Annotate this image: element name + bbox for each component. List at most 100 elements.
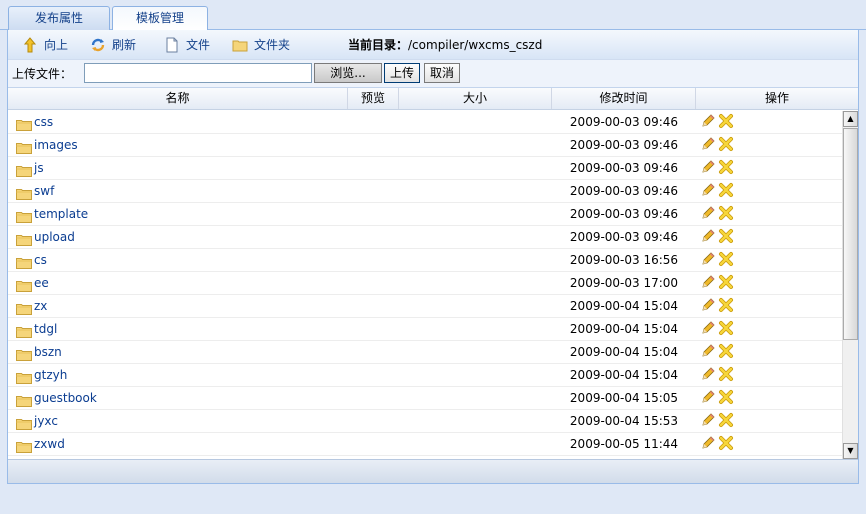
column-header-preview[interactable]: 预览 (348, 88, 399, 109)
modified-time: 2009-00-04 15:05 (569, 391, 679, 405)
vertical-scrollbar[interactable]: ▲ ▼ (842, 111, 858, 459)
delete-x-icon[interactable] (718, 412, 734, 428)
delete-x-icon[interactable] (718, 320, 734, 336)
table-row[interactable]: jyxc 2009-00-04 15:53 (8, 410, 842, 433)
scroll-down-arrow-icon[interactable]: ▼ (843, 443, 858, 459)
folder-name-cell[interactable]: images (16, 134, 78, 156)
delete-x-icon[interactable] (718, 228, 734, 244)
table-row[interactable]: swf 2009-00-03 09:46 (8, 180, 842, 203)
pencil-icon[interactable] (700, 343, 716, 359)
delete-x-icon[interactable] (718, 182, 734, 198)
table-row[interactable]: tdgl 2009-00-04 15:04 (8, 318, 842, 341)
folder-name[interactable]: swf (34, 184, 54, 198)
folder-name[interactable]: jyxc (34, 414, 58, 428)
actions-cell (700, 410, 736, 432)
folder-name-cell[interactable]: zx (16, 295, 47, 317)
column-header-size[interactable]: 大小 (399, 88, 552, 109)
table-row[interactable]: bszn 2009-00-04 15:04 (8, 341, 842, 364)
delete-x-icon[interactable] (718, 159, 734, 175)
folder-name[interactable]: images (34, 138, 78, 152)
column-header-name[interactable]: 名称 (8, 88, 348, 109)
folder-name-cell[interactable]: js (16, 157, 44, 179)
actions-cell (700, 226, 736, 248)
table-row[interactable]: ee 2009-00-03 17:00 (8, 272, 842, 295)
table-row[interactable]: css 2009-00-03 09:46 (8, 111, 842, 134)
table-row[interactable]: template 2009-00-03 09:46 (8, 203, 842, 226)
up-button[interactable]: 向上 (22, 37, 68, 53)
modified-time: 2009-00-03 17:00 (569, 276, 679, 290)
folder-name-cell[interactable]: ee (16, 272, 49, 294)
pencil-icon[interactable] (700, 274, 716, 290)
folder-name-cell[interactable]: tdgl (16, 318, 57, 340)
delete-x-icon[interactable] (718, 136, 734, 152)
delete-x-icon[interactable] (718, 251, 734, 267)
pencil-icon[interactable] (700, 159, 716, 175)
current-dir-label: 当前目录： (348, 38, 409, 52)
upload-button[interactable]: 上传 (384, 63, 420, 83)
cancel-button[interactable]: 取消 (424, 63, 460, 83)
delete-x-icon[interactable] (718, 297, 734, 313)
pencil-icon[interactable] (700, 182, 716, 198)
column-header-modified[interactable]: 修改时间 (552, 88, 696, 109)
pencil-icon[interactable] (700, 435, 716, 451)
folder-name-cell[interactable]: guestbook (16, 387, 97, 409)
folder-name[interactable]: guestbook (34, 391, 97, 405)
delete-x-icon[interactable] (718, 435, 734, 451)
tab-template-management[interactable]: 模板管理 (112, 6, 208, 31)
table-row[interactable]: upload 2009-00-03 09:46 (8, 226, 842, 249)
pencil-icon[interactable] (700, 136, 716, 152)
scroll-thumb[interactable] (843, 128, 858, 340)
delete-x-icon[interactable] (718, 366, 734, 382)
folder-name[interactable]: gtzyh (34, 368, 67, 382)
folder-name-cell[interactable]: css (16, 111, 53, 133)
refresh-button[interactable]: 刷新 (90, 37, 136, 53)
folder-name[interactable]: template (34, 207, 88, 221)
pencil-icon[interactable] (700, 389, 716, 405)
pencil-icon[interactable] (700, 113, 716, 129)
folder-name-cell[interactable]: bszn (16, 341, 62, 363)
tab-publish-properties[interactable]: 发布属性 (8, 6, 110, 30)
folder-name-cell[interactable]: upload (16, 226, 75, 248)
folder-name[interactable]: zx (34, 299, 47, 313)
table-row[interactable]: cs 2009-00-03 16:56 (8, 249, 842, 272)
folder-name[interactable]: css (34, 115, 53, 129)
browse-button[interactable]: 浏览... (314, 63, 382, 83)
delete-x-icon[interactable] (718, 343, 734, 359)
pencil-icon[interactable] (700, 297, 716, 313)
table-row[interactable]: zxwd 2009-00-05 11:44 (8, 433, 842, 456)
folder-name[interactable]: upload (34, 230, 75, 244)
pencil-icon[interactable] (700, 205, 716, 221)
folder-name-cell[interactable]: gtzyh (16, 364, 67, 386)
new-file-button[interactable]: 文件 (164, 37, 210, 53)
delete-x-icon[interactable] (718, 113, 734, 129)
modified-time: 2009-00-05 11:44 (569, 437, 679, 451)
folder-name[interactable]: cs (34, 253, 47, 267)
folder-name-cell[interactable]: cs (16, 249, 47, 271)
table-row[interactable]: images 2009-00-03 09:46 (8, 134, 842, 157)
delete-x-icon[interactable] (718, 389, 734, 405)
folder-name[interactable]: bszn (34, 345, 62, 359)
folder-name-cell[interactable]: jyxc (16, 410, 58, 432)
pencil-icon[interactable] (700, 366, 716, 382)
folder-name-cell[interactable]: template (16, 203, 88, 225)
table-row[interactable]: guestbook 2009-00-04 15:05 (8, 387, 842, 410)
table-row[interactable]: zx 2009-00-04 15:04 (8, 295, 842, 318)
scroll-up-arrow-icon[interactable]: ▲ (843, 111, 858, 127)
folder-name[interactable]: ee (34, 276, 49, 290)
folder-name-cell[interactable]: zxwd (16, 433, 65, 455)
pencil-icon[interactable] (700, 320, 716, 336)
pencil-icon[interactable] (700, 412, 716, 428)
delete-x-icon[interactable] (718, 205, 734, 221)
folder-name[interactable]: tdgl (34, 322, 57, 336)
pencil-icon[interactable] (700, 251, 716, 267)
pencil-icon[interactable] (700, 228, 716, 244)
table-row[interactable]: gtzyh 2009-00-04 15:04 (8, 364, 842, 387)
delete-x-icon[interactable] (718, 274, 734, 290)
folder-name[interactable]: zxwd (34, 437, 65, 451)
folder-name-cell[interactable]: swf (16, 180, 54, 202)
folder-name[interactable]: js (34, 161, 44, 175)
folder-icon (16, 369, 32, 384)
table-row[interactable]: js 2009-00-03 09:46 (8, 157, 842, 180)
new-folder-button[interactable]: 文件夹 (232, 37, 290, 53)
upload-file-input[interactable] (84, 63, 312, 83)
